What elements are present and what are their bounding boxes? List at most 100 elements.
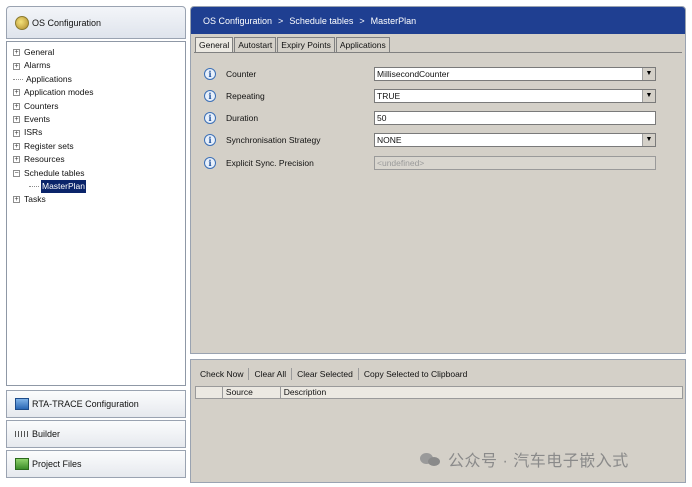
collapse-icon[interactable]: − (13, 169, 20, 177)
tree-item-label[interactable]: Application modes (23, 86, 94, 99)
breadcrumb-separator: > (278, 15, 284, 26)
property-label: Counter (226, 68, 257, 79)
nav-label: RTA-TRACE Configuration (32, 399, 139, 409)
os-configuration-header[interactable]: OS Configuration (6, 6, 186, 39)
info-icon[interactable]: i (204, 67, 216, 80)
tree-connector (29, 186, 39, 188)
info-icon[interactable]: i (204, 133, 216, 146)
dropdown-value: NONE (377, 134, 402, 145)
tab-autostart[interactable]: Autostart (234, 37, 277, 52)
tree-item-label[interactable]: Counters (23, 100, 60, 113)
property-synchronisation-strategy: i Synchronisation Strategy NONE ▼ (204, 132, 664, 147)
property-counter: i Counter MillisecondCounter ▼ (204, 66, 664, 81)
tree-item-tasks[interactable]: + Tasks (13, 193, 185, 206)
dropdown-value: MillisecondCounter (377, 68, 450, 79)
tree-item-counters[interactable]: + Counters (13, 100, 185, 113)
expand-icon[interactable]: + (13, 116, 20, 124)
expand-icon[interactable]: + (13, 102, 20, 110)
nav-builder[interactable]: Builder (6, 420, 186, 448)
tree-item-label[interactable]: Register sets (23, 140, 75, 153)
tree-item-isrs[interactable]: + ISRs (13, 126, 185, 139)
breadcrumb-item: MasterPlan (370, 15, 417, 26)
tree-item-register-sets[interactable]: + Register sets (13, 140, 185, 153)
property-explicit-sync-precision: i Explicit Sync. Precision <undefined> (204, 155, 664, 170)
chevron-down-icon[interactable]: ▼ (642, 133, 655, 146)
counter-dropdown[interactable]: MillisecondCounter ▼ (374, 66, 656, 81)
expand-icon[interactable]: + (13, 142, 20, 150)
repeating-dropdown[interactable]: TRUE ▼ (374, 88, 656, 103)
tree-item-label[interactable]: Applications (25, 73, 73, 86)
tree-item-schedule-tables[interactable]: − Schedule tables (13, 167, 185, 180)
project-files-icon (15, 458, 29, 470)
tab-general[interactable]: General (195, 37, 234, 53)
column-header-description[interactable]: Description (281, 387, 682, 398)
left-panel: OS Configuration + General + Alarms Appl… (6, 6, 186, 483)
nav-rta-trace-configuration[interactable]: RTA-TRACE Configuration (6, 390, 186, 418)
column-header-source[interactable]: Source (223, 387, 281, 398)
breadcrumb: OS Configuration > Schedule tables > Mas… (191, 7, 685, 34)
chevron-down-icon[interactable]: ▼ (642, 67, 655, 80)
tree-item-label[interactable]: General (23, 46, 55, 59)
synchronisation-strategy-dropdown[interactable]: NONE ▼ (374, 132, 656, 147)
trace-icon (15, 398, 29, 410)
info-icon[interactable]: i (204, 111, 216, 124)
tree-item-label[interactable]: ISRs (23, 126, 43, 139)
property-label: Duration (226, 112, 259, 123)
clear-selected-button[interactable]: Clear Selected (292, 367, 358, 381)
column-header-blank[interactable] (196, 387, 223, 398)
expand-icon[interactable]: + (13, 62, 20, 70)
tree-item-masterplan[interactable]: MasterPlan (13, 179, 185, 194)
chevron-down-icon[interactable]: ▼ (642, 89, 655, 102)
tree-item-label[interactable]: MasterPlan (41, 179, 86, 194)
nav-label: Builder (32, 429, 61, 439)
explicit-sync-precision-field: <undefined> (374, 155, 656, 170)
output-list-header: Source Description (195, 386, 683, 399)
tree-item-resources[interactable]: + Resources (13, 153, 185, 166)
tree-item-label[interactable]: Alarms (23, 59, 51, 72)
dropdown-value: TRUE (377, 90, 401, 101)
expand-icon[interactable]: + (13, 49, 20, 57)
tab-strip: General Autostart Expiry Points Applicat… (195, 37, 391, 53)
info-icon[interactable]: i (204, 156, 216, 169)
tree-item-applications[interactable]: Applications (13, 73, 185, 86)
os-config-icon (15, 15, 29, 30)
info-icon[interactable]: i (204, 89, 216, 102)
breadcrumb-separator: > (359, 15, 365, 26)
expand-icon[interactable]: + (13, 156, 20, 164)
tree-item-events[interactable]: + Events (13, 113, 185, 126)
configuration-tree: + General + Alarms Applications + Applic… (6, 41, 186, 386)
tree-item-label[interactable]: Resources (23, 153, 66, 166)
expand-icon[interactable]: + (13, 129, 20, 137)
properties-panel: OS Configuration > Schedule tables > Mas… (190, 6, 686, 354)
property-repeating: i Repeating TRUE ▼ (204, 88, 664, 103)
copy-selected-button[interactable]: Copy Selected to Clipboard (359, 367, 472, 381)
breadcrumb-item[interactable]: Schedule tables (289, 16, 353, 26)
general-tab-content: i Counter MillisecondCounter ▼ i Repeati… (194, 52, 682, 350)
tab-expiry-points[interactable]: Expiry Points (277, 37, 335, 52)
property-label: Synchronisation Strategy (226, 134, 321, 145)
tree-item-application-modes[interactable]: + Application modes (13, 86, 185, 99)
clear-all-button[interactable]: Clear All (249, 367, 291, 381)
watermark-text: 公众号 · 汽车电子嵌入式 (448, 453, 629, 470)
wechat-icon (420, 451, 442, 467)
nav-project-files[interactable]: Project Files (6, 450, 186, 478)
duration-input[interactable]: 50 (374, 110, 656, 125)
property-label: Repeating (226, 90, 265, 101)
nav-label: Project Files (32, 459, 82, 469)
property-label: Explicit Sync. Precision (226, 157, 314, 168)
tree-item-alarms[interactable]: + Alarms (13, 59, 185, 72)
output-toolbar: Check Now Clear All Clear Selected Copy … (195, 366, 472, 382)
property-duration: i Duration 50 (204, 110, 664, 125)
watermark: 公众号 · 汽车电子嵌入式 (420, 447, 629, 471)
expand-icon[interactable]: + (13, 89, 20, 97)
breadcrumb-item[interactable]: OS Configuration (203, 16, 272, 26)
tree-item-label[interactable]: Events (23, 113, 51, 126)
check-now-button[interactable]: Check Now (195, 367, 248, 381)
tree-item-label[interactable]: Schedule tables (23, 167, 86, 180)
tab-applications[interactable]: Applications (335, 37, 390, 52)
os-configuration-title: OS Configuration (32, 17, 102, 28)
tree-item-general[interactable]: + General (13, 46, 185, 59)
tree-connector (13, 78, 23, 80)
tree-item-label[interactable]: Tasks (23, 193, 47, 206)
expand-icon[interactable]: + (13, 196, 20, 204)
